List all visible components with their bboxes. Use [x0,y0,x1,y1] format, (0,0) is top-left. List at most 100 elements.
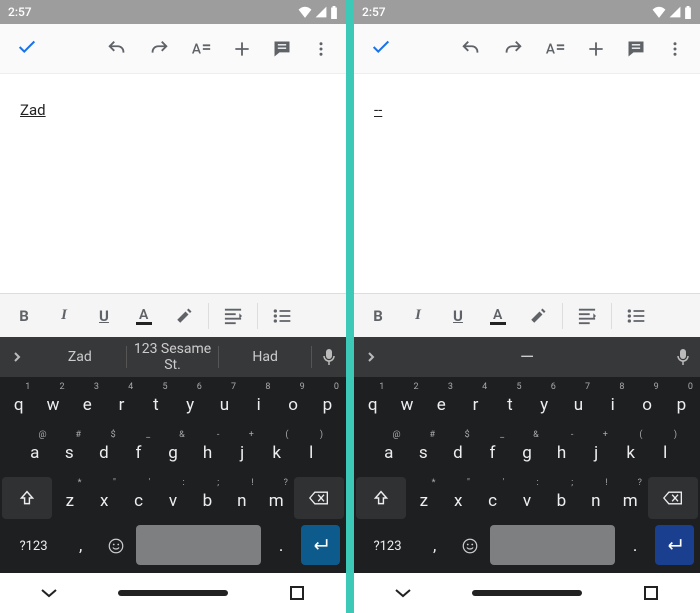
text-color-button[interactable]: A [478,296,518,336]
list-button[interactable] [616,296,656,336]
italic-button[interactable]: I [44,296,84,336]
key-z[interactable]: *z [53,477,86,519]
key-n[interactable]: !n [225,477,258,519]
key-y[interactable]: 6y [528,381,561,423]
key-s[interactable]: #s [407,429,441,471]
bold-button[interactable]: B [4,296,44,336]
key-x[interactable]: "x [87,477,120,519]
key-v[interactable]: :v [156,477,189,519]
key-i[interactable]: 8i [596,381,629,423]
key-h[interactable]: -h [545,429,579,471]
key-l[interactable]: )l [294,429,328,471]
enter-key[interactable] [655,525,694,565]
key-s[interactable]: #s [53,429,87,471]
voice-input-button[interactable] [666,348,700,366]
symbols-key[interactable]: ?123 [6,525,61,567]
key-p[interactable]: 0p [311,381,344,423]
enter-key[interactable] [301,525,340,565]
key-b[interactable]: ;b [191,477,224,519]
key-x[interactable]: "x [441,477,474,519]
key-w[interactable]: 2w [36,381,69,423]
backspace-key[interactable] [648,477,698,519]
document-editor[interactable]: -- [354,74,700,293]
overflow-button[interactable] [656,34,694,64]
key-u[interactable]: 7u [562,381,595,423]
suggestion-3[interactable]: Had [219,346,312,368]
key-t[interactable]: 5t [493,381,526,423]
comma-key[interactable]: , [419,525,450,567]
text-format-button[interactable]: A [534,32,576,66]
key-p[interactable]: 0p [665,381,698,423]
align-button[interactable] [213,296,253,336]
underline-button[interactable]: U [438,296,478,336]
key-c[interactable]: 'c [122,477,155,519]
key-v[interactable]: :v [510,477,543,519]
insert-button[interactable] [576,33,616,65]
key-a[interactable]: @a [18,429,52,471]
key-o[interactable]: 9o [276,381,309,423]
key-h[interactable]: -h [191,429,225,471]
suggestion-1[interactable]: Zad [34,346,127,368]
key-f[interactable]: _f [122,429,156,471]
expand-suggestions-button[interactable] [354,351,388,363]
key-k[interactable]: (k [260,429,294,471]
highlight-button[interactable] [164,296,204,336]
comment-button[interactable] [262,33,302,65]
symbols-key[interactable]: ?123 [360,525,415,567]
key-l[interactable]: )l [648,429,682,471]
redo-button[interactable] [492,32,534,66]
confirm-button[interactable] [6,28,48,70]
key-m[interactable]: ?m [260,477,293,519]
key-e[interactable]: 3e [425,381,458,423]
align-button[interactable] [567,296,607,336]
overflow-button[interactable] [302,34,340,64]
key-n[interactable]: !n [579,477,612,519]
key-j[interactable]: +j [225,429,259,471]
nav-home-button[interactable] [472,590,582,596]
key-e[interactable]: 3e [71,381,104,423]
key-k[interactable]: (k [614,429,648,471]
key-o[interactable]: 9o [630,381,663,423]
space-key[interactable] [490,525,616,565]
key-f[interactable]: _f [476,429,510,471]
period-key[interactable]: . [619,525,650,567]
document-editor[interactable]: Zad [0,74,346,293]
confirm-button[interactable] [360,28,402,70]
key-b[interactable]: ;b [545,477,578,519]
nav-recents-button[interactable] [621,579,681,607]
key-g[interactable]: &g [510,429,544,471]
shift-key[interactable] [356,477,406,519]
redo-button[interactable] [138,32,180,66]
key-j[interactable]: +j [579,429,613,471]
period-key[interactable]: . [265,525,296,567]
key-q[interactable]: 1q [2,381,35,423]
key-r[interactable]: 4r [459,381,492,423]
undo-button[interactable] [96,32,138,66]
key-w[interactable]: 2w [390,381,423,423]
key-c[interactable]: 'c [476,477,509,519]
key-z[interactable]: *z [407,477,440,519]
key-m[interactable]: ?m [614,477,647,519]
key-d[interactable]: $d [87,429,121,471]
key-q[interactable]: 1q [356,381,389,423]
key-t[interactable]: 5t [139,381,172,423]
comma-key[interactable]: , [65,525,96,567]
key-r[interactable]: 4r [105,381,138,423]
nav-back-button[interactable] [19,579,79,607]
italic-button[interactable]: I [398,296,438,336]
shift-key[interactable] [2,477,52,519]
comment-button[interactable] [616,33,656,65]
undo-button[interactable] [450,32,492,66]
insert-button[interactable] [222,33,262,65]
nav-recents-button[interactable] [267,579,327,607]
emoji-key[interactable] [100,525,131,567]
suggestion-2[interactable]: 123 Sesame St. [127,346,220,368]
highlight-button[interactable] [518,296,558,336]
key-u[interactable]: 7u [208,381,241,423]
space-key[interactable] [136,525,262,565]
key-a[interactable]: @a [372,429,406,471]
key-d[interactable]: $d [441,429,475,471]
emoji-key[interactable] [454,525,485,567]
text-color-button[interactable]: A [124,296,164,336]
nav-back-button[interactable] [373,579,433,607]
